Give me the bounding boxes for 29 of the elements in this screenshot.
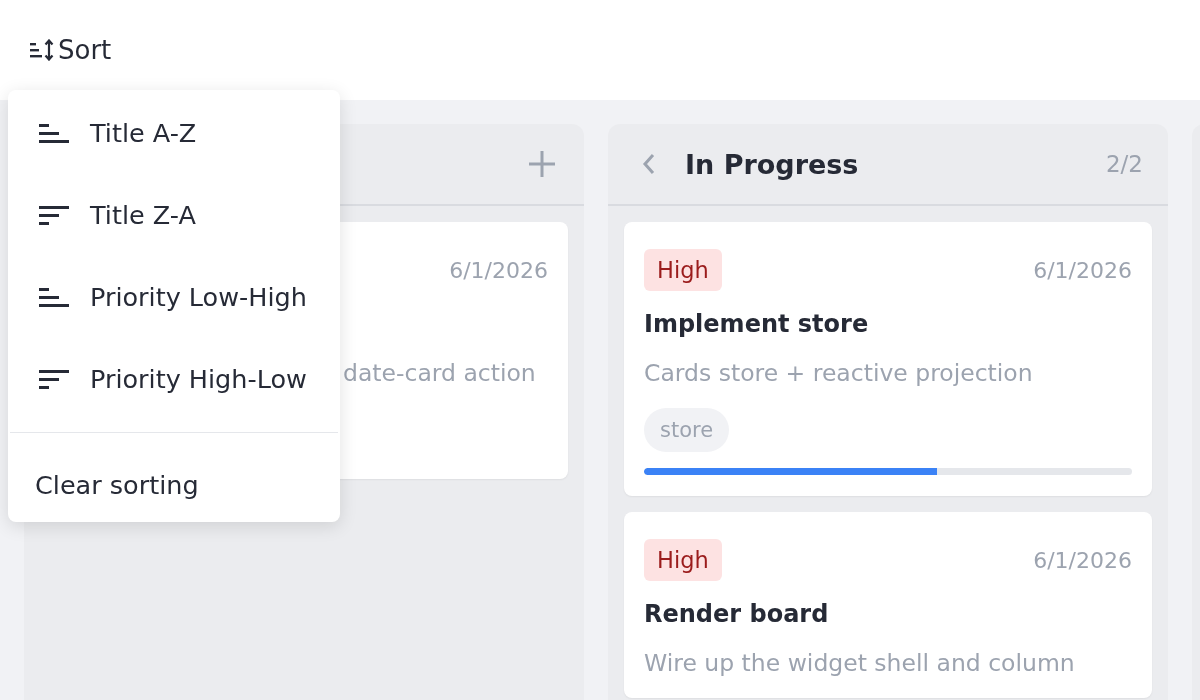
sort-button[interactable]: Sort [30,35,112,65]
sort-icon [30,39,56,61]
priority-badge: High [644,539,722,581]
card-count: 2/2 [1106,151,1143,177]
card-title: Implement store [644,310,870,338]
sort-descending-icon [39,205,69,225]
plus-icon [528,150,556,178]
clear-sorting-option[interactable]: Clear sorting [8,433,340,522]
sort-descending-icon [39,369,69,389]
card-description: date-card action [343,359,537,387]
due-date: 6/1/2026 [449,257,548,283]
sort-option[interactable]: Title A-Z [8,92,340,174]
due-date: 6/1/2026 [1033,547,1132,573]
chevron-left-icon[interactable] [642,153,656,175]
add-card-button[interactable] [528,150,556,178]
column-title: In Progress [685,148,859,180]
priority-badge: High [644,249,722,291]
due-date: 6/1/2026 [1033,257,1132,283]
task-card[interactable]: High 6/1/2026 Implement store Cards store + reactive projection store [624,222,1152,496]
sort-ascending-icon [39,123,69,143]
sort-option[interactable]: Priority High-Low [8,338,340,420]
sort-ascending-icon [39,287,69,307]
sort-option[interactable]: Title Z-A [8,174,340,256]
card-description: Cards store + reactive projection [644,359,1034,387]
card-title: Render board [644,600,830,628]
card-description: Wire up the widget shell and column [644,649,1076,677]
sort-option[interactable]: Priority Low-High [8,256,340,338]
tag-chip: store [644,408,730,452]
task-card[interactable]: High 6/1/2026 Render board Wire up the widget shell and column [624,512,1152,698]
